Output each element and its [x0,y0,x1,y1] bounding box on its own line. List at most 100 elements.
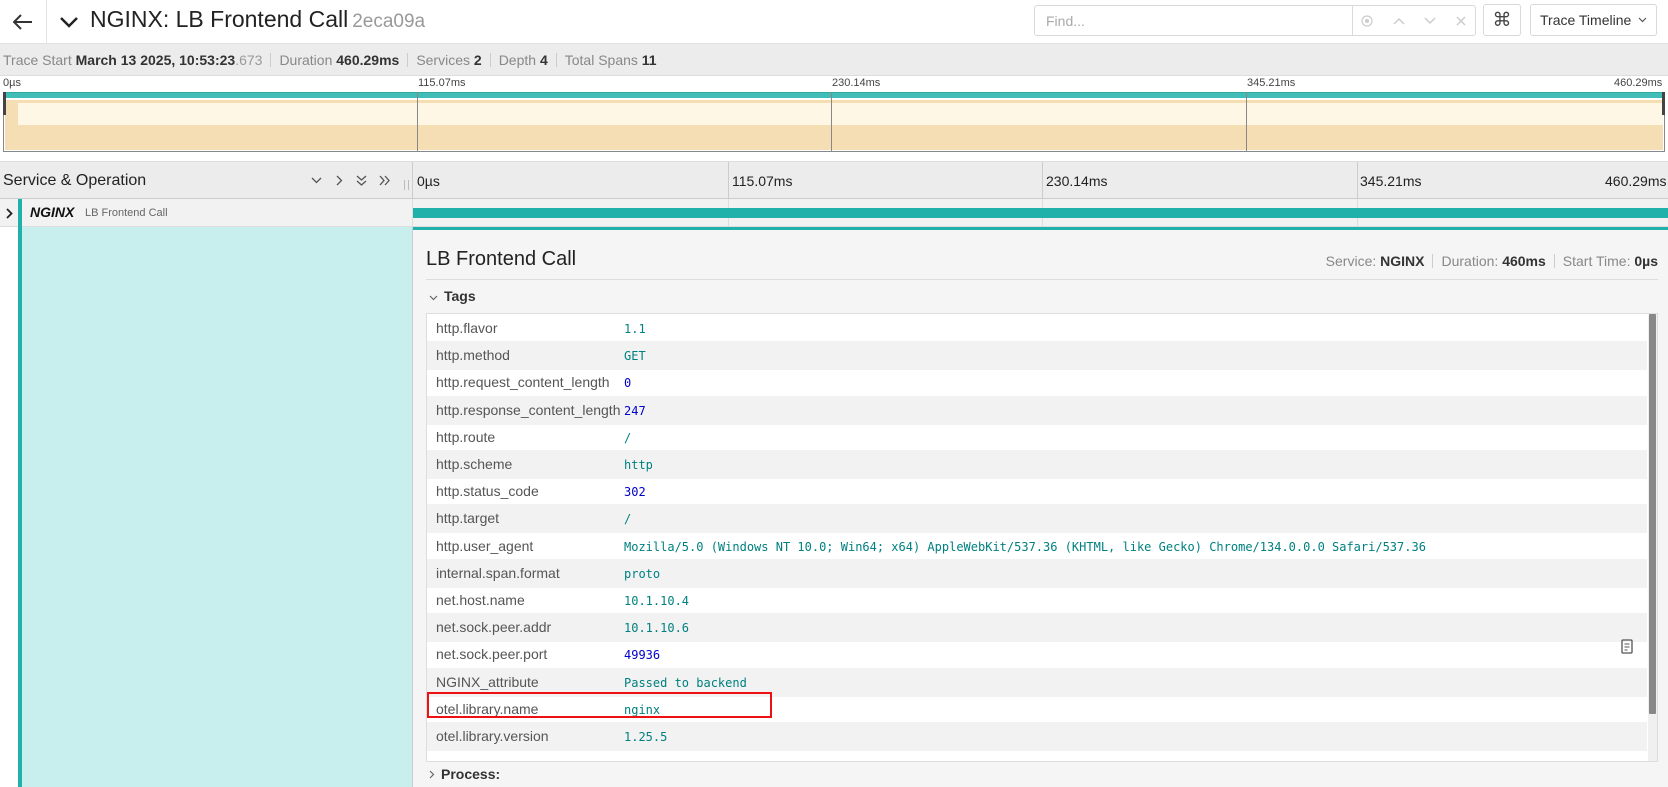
tags-label: Tags [444,288,476,304]
column-resizer[interactable] [404,180,409,190]
close-icon[interactable] [1452,12,1470,30]
table-row[interactable]: internal.span.format proto [427,558,1647,588]
divider [412,162,413,200]
process-label: Process: [441,766,501,782]
timeline-gridline [1357,162,1358,200]
table-row[interactable]: net.sock.peer.port 49936 [427,640,1647,669]
table-row[interactable]: http.response_content_length 247 [427,395,1647,425]
table-row[interactable]: otel.library.version 1.25.5 [427,722,1647,751]
divider [1432,254,1434,268]
minimap-root-span [4,92,1664,98]
timeline-gridline [1042,162,1043,200]
scrollbar-thumb[interactable] [1649,314,1656,714]
minimap-left-handle[interactable] [3,92,6,115]
trace-start-value: March 13 2025, 10:53:23 [75,52,236,68]
divider [426,279,1658,280]
table-row[interactable]: net.host.name 10.1.10.4 [427,586,1647,615]
services-value: 2 [473,52,482,68]
service-label: Service: [1325,253,1377,269]
minimap-gridline [417,92,418,152]
tag-key: net.sock.peer.addr [436,619,552,636]
service-value: NGINX [1380,253,1425,269]
span-service-color [18,199,22,227]
span-detail-title: LB Frontend Call [426,248,577,270]
clear-search-icon[interactable] [1358,12,1376,30]
table-row[interactable]: http.request_content_length 0 [427,368,1647,397]
collapse-one-icon[interactable] [307,171,325,189]
divider [555,53,557,67]
tag-key: http.method [436,347,510,364]
table-row[interactable]: http.status_code 302 [427,477,1647,506]
view-select[interactable]: Trace Timeline [1530,4,1657,36]
minimap-gridline [1246,92,1247,152]
divider [407,53,409,67]
trace-start-ms: .673 [235,52,263,68]
span-bar[interactable] [413,208,1668,218]
tag-value: 1.25.5 [624,730,668,744]
expand-one-icon[interactable] [330,171,348,189]
timeline-tick: 460.29ms [1605,173,1667,189]
tag-value: http [624,458,653,472]
tag-key: net.host.name [436,592,525,608]
timeline-gridline [728,162,729,200]
keyboard-shortcuts-button[interactable]: ⌘ [1483,4,1521,36]
start-time-value: 0µs [1634,253,1658,269]
tag-value: / [624,512,632,527]
table-row[interactable]: http.user_agent Mozilla/5.0 (Windows NT 1… [427,532,1647,561]
tag-value: 49936 [624,648,661,663]
tags-section-toggle[interactable]: Tags [429,288,476,304]
collapse-all-icon[interactable] [352,171,370,189]
table-row[interactable]: net.sock.peer.addr 10.1.10.6 [427,613,1647,643]
services: Services 2 [416,52,481,68]
trace-start-label: Trace Start [3,52,72,68]
minimap-right-handle[interactable] [1662,92,1665,115]
span-service-color [18,227,22,787]
tag-key: http.response_content_length [436,401,621,418]
tag-value: GET [624,349,646,364]
chevron-right-icon[interactable] [2,205,16,221]
table-row[interactable]: http.flavor 1.1 [427,314,1647,343]
tag-key: NGINX_attribute [436,673,539,690]
timeline-tick: 230.14ms [1046,173,1108,189]
services-label: Services [416,52,470,68]
tag-value: Passed to backend [624,675,747,690]
scrollbar[interactable] [1648,314,1657,761]
view-select-value: Trace Timeline [1540,12,1632,28]
minimap-tick: 230.14ms [832,77,881,89]
divider [489,53,491,67]
minimap-tick: 460.29ms [1614,77,1663,89]
duration-value: 460.29ms [336,52,400,68]
chevron-down-icon[interactable] [58,12,80,32]
expand-all-icon[interactable] [375,171,393,189]
span-operation-name: LB Frontend Call [85,207,168,219]
find-input[interactable] [1035,6,1353,35]
back-button[interactable] [0,0,47,43]
tag-key: http.status_code [436,483,539,500]
table-row[interactable]: http.scheme http [427,450,1647,479]
highlight-annotation [427,692,772,718]
tag-key: http.route [436,428,496,445]
span-service-name: NGINX [30,204,75,220]
copy-icon[interactable] [1620,639,1634,655]
tag-key: otel.library.version [436,728,549,744]
tag-value: proto [624,566,661,581]
process-section-toggle[interactable]: Process: [429,766,500,782]
chevron-right-icon [429,766,435,782]
tag-key: http.flavor [436,320,498,336]
trace-header: NGINX: LB Frontend Call2eca09a ⌘ Trace T… [0,0,1668,44]
chevron-down-icon[interactable] [1421,12,1439,30]
tag-key: net.sock.peer.port [436,646,548,663]
depth-value: 4 [539,52,548,68]
trace-start: Trace Start March 13 2025, 10:53:23.673 [3,52,262,68]
trace-summary: Trace Start March 13 2025, 10:53:23.673 D… [0,44,1668,76]
total-spans: Total Spans 11 [565,52,657,68]
minimap-tick: 0µs [3,77,21,89]
tag-key: http.scheme [436,456,513,472]
table-row[interactable]: http.method GET [427,341,1647,371]
table-row[interactable]: http.route / [427,423,1647,452]
table-row[interactable]: http.target / [427,504,1647,534]
tag-value: 10.1.10.4 [624,594,690,608]
span-detail-meta: Service: NGINX Duration: 460ms Start Time:… [1326,253,1658,269]
chevron-up-icon[interactable] [1390,12,1408,30]
tag-value: 247 [624,403,646,418]
